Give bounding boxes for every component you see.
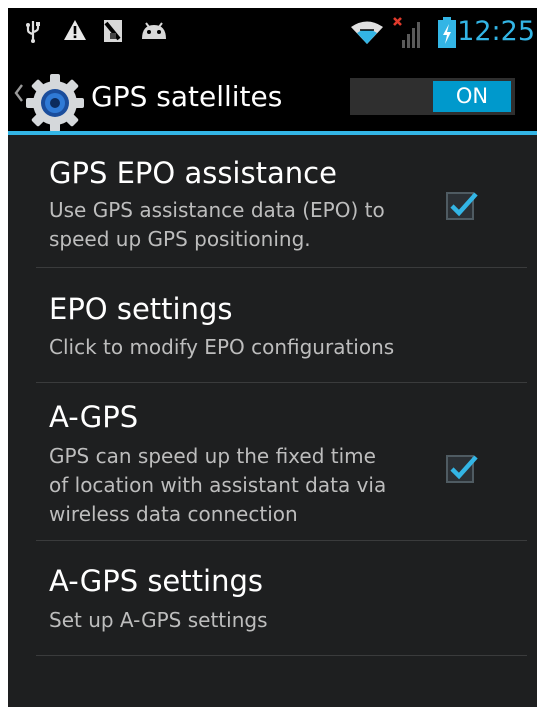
divider bbox=[36, 655, 527, 656]
phone-screen: 12:25 GPS satellites ON GPS EPO assistan… bbox=[8, 8, 537, 707]
divider bbox=[36, 267, 527, 268]
divider bbox=[36, 382, 527, 383]
status-bar: 12:25 bbox=[8, 8, 537, 58]
gps-epo-checkbox[interactable] bbox=[446, 192, 478, 220]
wifi-icon bbox=[350, 20, 384, 50]
pref-summary-line: speed up GPS positioning. bbox=[49, 227, 311, 251]
settings-gear-icon[interactable] bbox=[24, 72, 86, 138]
pref-summary-line: of location with assistant data via bbox=[49, 473, 387, 497]
pref-title: A-GPS settings bbox=[49, 564, 263, 598]
pref-a-gps[interactable]: A-GPS GPS can speed up the fixed time of… bbox=[36, 400, 527, 540]
pref-a-gps-settings[interactable]: A-GPS settings Set up A-GPS settings bbox=[36, 564, 527, 654]
pref-summary-line: Click to modify EPO configurations bbox=[49, 335, 395, 359]
battery-charging-icon bbox=[437, 17, 457, 53]
pref-gps-epo-assistance[interactable]: GPS EPO assistance Use GPS assistance da… bbox=[36, 156, 527, 266]
pref-epo-settings[interactable]: EPO settings Click to modify EPO configu… bbox=[36, 292, 527, 382]
action-bar-divider bbox=[8, 131, 537, 135]
pref-title: GPS EPO assistance bbox=[49, 156, 337, 190]
checkmark-icon bbox=[450, 455, 478, 480]
page-title: GPS satellites bbox=[91, 80, 283, 113]
checkmark-icon bbox=[450, 192, 478, 217]
status-time: 12:25 bbox=[457, 16, 535, 47]
a-gps-checkbox[interactable] bbox=[446, 455, 478, 483]
pref-title: A-GPS bbox=[49, 400, 139, 434]
pref-summary-line: Use GPS assistance data (EPO) to bbox=[49, 198, 385, 222]
switch-on-label: ON bbox=[433, 81, 511, 112]
pref-summary-line: wireless data connection bbox=[49, 502, 298, 526]
warning-icon bbox=[63, 19, 87, 45]
divider bbox=[36, 540, 527, 541]
action-bar: GPS satellites ON bbox=[8, 58, 537, 132]
android-icon bbox=[140, 21, 168, 45]
no-signal-icon bbox=[392, 14, 422, 54]
gps-toggle-switch[interactable]: ON bbox=[350, 78, 515, 115]
pref-title: EPO settings bbox=[49, 292, 233, 326]
usb-icon bbox=[24, 19, 42, 47]
pref-summary-line: GPS can speed up the fixed time bbox=[49, 444, 376, 468]
pref-summary-line: Set up A-GPS settings bbox=[49, 608, 268, 632]
up-chevron-icon[interactable] bbox=[14, 83, 24, 107]
sd-card-icon bbox=[102, 19, 124, 47]
